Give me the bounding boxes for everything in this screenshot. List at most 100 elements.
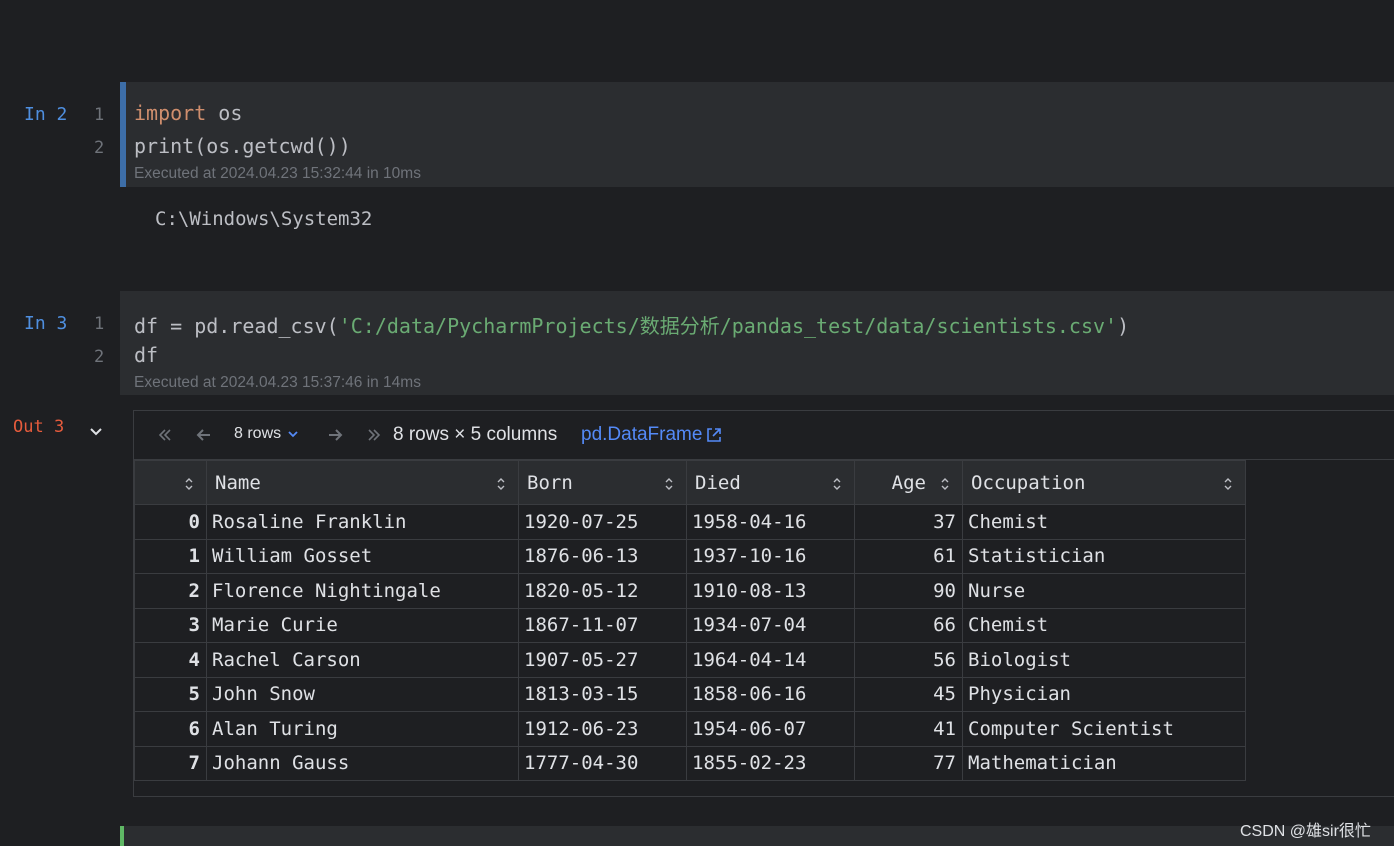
cell-died[interactable]: 1910-08-13	[686, 573, 855, 609]
previous-page-icon[interactable]	[195, 426, 213, 444]
cell-name[interactable]: Rachel Carson	[206, 642, 519, 678]
line-number: 1	[94, 314, 105, 334]
line-number: 2	[94, 138, 105, 158]
cell-name[interactable]: Johann Gauss	[206, 745, 519, 781]
line-number: 1	[94, 105, 105, 125]
column-header-label: Died	[695, 472, 741, 494]
cell-prompt-in-2: In 2	[24, 104, 68, 125]
cell-died[interactable]: 1858-06-16	[686, 676, 855, 712]
table-row: 0 Rosaline Franklin 1920-07-25 1958-04-1…	[134, 504, 1246, 540]
cell-occupation[interactable]: Biologist	[962, 642, 1246, 678]
cell-occupation[interactable]: Nurse	[962, 573, 1246, 609]
watermark: CSDN @雄sir很忙	[1240, 823, 1371, 840]
column-header-index[interactable]	[134, 460, 207, 505]
column-header-label: Occupation	[971, 472, 1086, 494]
column-header-age[interactable]: Age	[854, 460, 963, 505]
cell-name[interactable]: Rosaline Franklin	[206, 504, 519, 540]
cell-born[interactable]: 1920-07-25	[518, 504, 687, 540]
code-cell-new[interactable]	[120, 826, 1394, 846]
cell-occupation[interactable]: Chemist	[962, 607, 1246, 643]
table-header-row: Name Born Died Age Occupation	[134, 460, 1246, 505]
column-header-died[interactable]: Died	[686, 460, 855, 505]
cell-born[interactable]: 1777-04-30	[518, 745, 687, 781]
cell-name[interactable]: John Snow	[206, 676, 519, 712]
cell-occupation[interactable]: Physician	[962, 676, 1246, 712]
cell-prompt-out-3: Out 3	[13, 417, 65, 437]
cell-born[interactable]: 1876-06-13	[518, 538, 687, 574]
cell-occupation[interactable]: Computer Scientist	[962, 711, 1246, 747]
code-text: os	[206, 101, 243, 125]
cell-died[interactable]: 1937-10-16	[686, 538, 855, 574]
cell-died[interactable]: 1855-02-23	[686, 745, 855, 781]
new-cell-indicator	[120, 826, 124, 846]
chevron-down-icon[interactable]	[88, 424, 104, 440]
cell-age[interactable]: 56	[854, 642, 963, 678]
column-header-name[interactable]: Name	[206, 460, 519, 505]
table-row: 6 Alan Turing 1912-06-23 1954-06-07 41 C…	[134, 711, 1246, 747]
cell-occupation[interactable]: Mathematician	[962, 745, 1246, 781]
dataframe-type-label: pd.DataFrame	[581, 424, 703, 445]
string-literal: 'C:/data/PycharmProjects/数据分析/pandas_tes…	[338, 314, 1118, 338]
sort-icon	[497, 478, 505, 490]
column-header-occupation[interactable]: Occupation	[962, 460, 1246, 505]
rows-per-page-value: 8 rows	[234, 425, 282, 442]
cell-age[interactable]: 37	[854, 504, 963, 540]
column-header-born[interactable]: Born	[518, 460, 687, 505]
cell-born[interactable]: 1907-05-27	[518, 642, 687, 678]
first-page-icon[interactable]	[156, 426, 174, 444]
cell-occupation[interactable]: Statistician	[962, 538, 1246, 574]
row-index: 1	[134, 538, 207, 574]
row-index: 2	[134, 573, 207, 609]
cell-age[interactable]: 77	[854, 745, 963, 781]
cell-output-text: C:\Windows\System32	[155, 208, 373, 230]
code-text: df = pd.read_csv(	[134, 314, 339, 338]
code-line[interactable]: import os	[134, 101, 242, 125]
table-row: 3 Marie Curie 1867-11-07 1934-07-04 66 C…	[134, 607, 1246, 643]
cell-died[interactable]: 1958-04-16	[686, 504, 855, 540]
cell-occupation[interactable]: Chemist	[962, 504, 1246, 540]
code-line[interactable]: df = pd.read_csv('C:/data/PycharmProject…	[134, 310, 1129, 339]
cell-died[interactable]: 1954-06-07	[686, 711, 855, 747]
column-header-label: Born	[527, 472, 573, 494]
cell-born[interactable]: 1813-03-15	[518, 676, 687, 712]
cell-name[interactable]: Alan Turing	[206, 711, 519, 747]
cell-born[interactable]: 1912-06-23	[518, 711, 687, 747]
table-row: 1 William Gosset 1876-06-13 1937-10-16 6…	[134, 538, 1246, 574]
execution-info: Executed at 2024.04.23 15:37:46 in 14ms	[134, 374, 421, 391]
rows-per-page-select[interactable]: 8 rows	[234, 425, 299, 443]
dataframe-viewer: 8 rows 8 rows × 5 columns pd.DataFrame N…	[133, 410, 1394, 797]
dataframe-summary: 8 rows × 5 columns	[393, 424, 558, 445]
cell-died[interactable]: 1934-07-04	[686, 607, 855, 643]
dataframe-toolbar: 8 rows 8 rows × 5 columns pd.DataFrame	[134, 411, 1394, 460]
row-index: 3	[134, 607, 207, 643]
active-cell-indicator	[120, 82, 126, 187]
chevron-down-icon	[288, 431, 298, 438]
row-index: 0	[134, 504, 207, 540]
cell-name[interactable]: William Gosset	[206, 538, 519, 574]
cell-died[interactable]: 1964-04-14	[686, 642, 855, 678]
next-page-icon[interactable]	[326, 426, 344, 444]
row-index: 6	[134, 711, 207, 747]
sort-icon	[1224, 478, 1232, 490]
sort-icon	[185, 478, 193, 490]
column-header-label: Age	[891, 472, 926, 494]
dataframe-type-link[interactable]: pd.DataFrame	[581, 424, 723, 446]
code-line[interactable]: df	[134, 343, 158, 367]
column-header-label: Name	[215, 472, 261, 494]
sort-icon	[833, 478, 841, 490]
cell-age[interactable]: 45	[854, 676, 963, 712]
cell-age[interactable]: 90	[854, 573, 963, 609]
cell-age[interactable]: 41	[854, 711, 963, 747]
keyword-import: import	[134, 101, 207, 125]
execution-info: Executed at 2024.04.23 15:32:44 in 10ms	[134, 165, 421, 182]
cell-age[interactable]: 61	[854, 538, 963, 574]
code-line[interactable]: print(os.getcwd())	[134, 134, 351, 158]
last-page-icon[interactable]	[365, 426, 383, 444]
cell-born[interactable]: 1820-05-12	[518, 573, 687, 609]
cell-born[interactable]: 1867-11-07	[518, 607, 687, 643]
cell-age[interactable]: 66	[854, 607, 963, 643]
row-index: 5	[134, 676, 207, 712]
cell-name[interactable]: Marie Curie	[206, 607, 519, 643]
table-row: 2 Florence Nightingale 1820-05-12 1910-0…	[134, 573, 1246, 609]
cell-name[interactable]: Florence Nightingale	[206, 573, 519, 609]
